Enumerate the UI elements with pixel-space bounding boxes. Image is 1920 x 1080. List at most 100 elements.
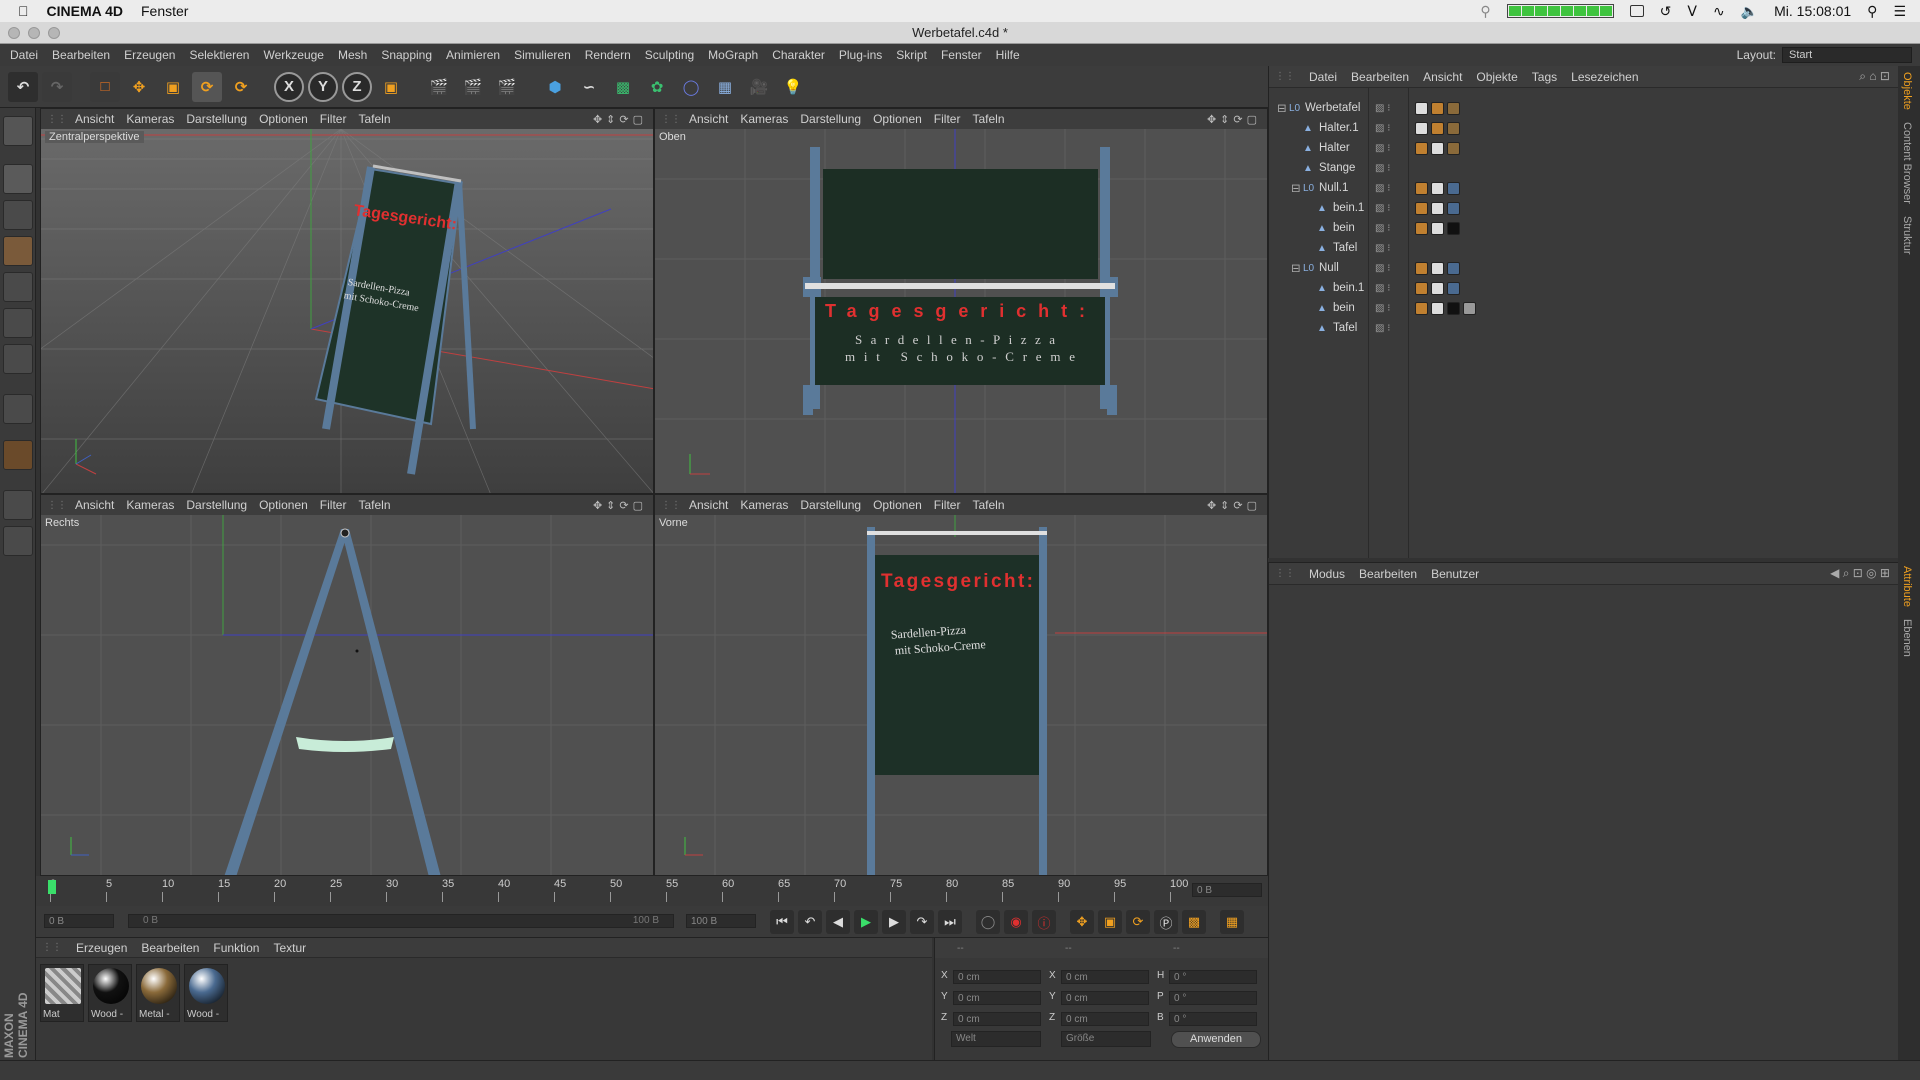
material-tag-icon[interactable]: [1431, 121, 1444, 135]
spline-pen-icon[interactable]: ∽: [574, 72, 604, 102]
object-name[interactable]: Tafel: [1333, 322, 1357, 334]
viewport-nav-icons[interactable]: ✥⇕⟳▢: [1207, 113, 1261, 126]
object-name[interactable]: bein: [1333, 222, 1355, 234]
end-frame-field[interactable]: 100 B: [686, 914, 756, 928]
layout-select[interactable]: Start: [1782, 47, 1912, 63]
visibility-toggle-icon[interactable]: ▨ ⁝: [1375, 183, 1390, 194]
battery-meter-icon[interactable]: [1506, 4, 1614, 18]
step-forward-button[interactable]: ▶: [882, 910, 906, 934]
object-name[interactable]: bein.1: [1333, 282, 1364, 294]
material-tag-icon[interactable]: [1431, 141, 1444, 155]
collapse-toggle-icon[interactable]: ⊟: [1291, 181, 1301, 195]
coordinate-value-field[interactable]: 0 cm: [1061, 991, 1149, 1005]
object-menu-lesezeichen[interactable]: Lesezeichen: [1571, 70, 1638, 84]
viewport-top[interactable]: ⋮⋮ Ansicht Kameras Darstellung Optionen Filte…: [654, 108, 1268, 494]
start-frame-field[interactable]: 0 B: [44, 914, 114, 928]
object-row[interactable]: ▲ Halter ▨ ⁝: [1269, 138, 1869, 158]
side-tab-content-browser[interactable]: Content Browser: [1901, 122, 1913, 204]
visibility-toggle-icon[interactable]: ▨ ⁝: [1375, 303, 1390, 314]
viewport-menu-optionen[interactable]: Optionen: [873, 112, 922, 126]
model-mode-icon[interactable]: [3, 164, 33, 194]
perspective-canvas[interactable]: Tagesgericht: Sardellen-Pizza mit Schoko…: [41, 128, 653, 493]
wifi-icon[interactable]: ∿: [1713, 3, 1725, 20]
menu-mesh[interactable]: Mesh: [338, 48, 367, 62]
timeline-ruler[interactable]: 0510152025303540455055606570758085909510…: [36, 876, 1268, 906]
material-menu-textur[interactable]: Textur: [273, 941, 306, 955]
subdivision-surface-icon[interactable]: ▩: [608, 72, 638, 102]
object-row[interactable]: ▲ bein.1 ▨ ⁝: [1269, 278, 1869, 298]
volume-icon[interactable]: 🔈: [1741, 3, 1758, 20]
viewport-menu-kameras[interactable]: Kameras: [740, 498, 788, 512]
object-row[interactable]: ▲ Tafel ▨ ⁝: [1269, 318, 1869, 338]
object-name[interactable]: Tafel: [1333, 242, 1357, 254]
object-row[interactable]: ▲ bein.1 ▨ ⁝: [1269, 198, 1869, 218]
side-tab-attribute[interactable]: Attribute: [1901, 566, 1913, 607]
viewport-menu-tafeln[interactable]: Tafeln: [972, 112, 1004, 126]
viewport-menu-kameras[interactable]: Kameras: [126, 498, 174, 512]
menu-simulieren[interactable]: Simulieren: [514, 48, 571, 62]
material-tag-icon[interactable]: [1415, 201, 1428, 215]
play-button[interactable]: ▶: [854, 910, 878, 934]
object-name[interactable]: Halter: [1319, 142, 1350, 154]
visibility-toggle-icon[interactable]: ▨ ⁝: [1375, 163, 1390, 174]
make-editable-icon[interactable]: [3, 116, 33, 146]
workplane-mode-icon[interactable]: [3, 236, 33, 266]
camera-icon[interactable]: 🎥: [744, 72, 774, 102]
viewport-perspective[interactable]: ⋮⋮ Ansicht Kameras Darstellung Optionen Filte…: [40, 108, 654, 494]
viewport-menu-ansicht[interactable]: Ansicht: [689, 112, 728, 126]
material-tag-icon[interactable]: [1431, 201, 1444, 215]
menu-mograph[interactable]: MoGraph: [708, 48, 758, 62]
texture-mode-icon[interactable]: [3, 200, 33, 230]
snapping-icon[interactable]: [3, 490, 33, 520]
material-swatch[interactable]: Wood -: [184, 964, 228, 1022]
top-canvas[interactable]: Tagesgericht: Sardellen-Pizza mit Schoko…: [655, 129, 1267, 493]
viewport-menu-filter[interactable]: Filter: [320, 498, 347, 512]
object-row[interactable]: ▲ Stange ▨ ⁝: [1269, 158, 1869, 178]
material-tag-icon[interactable]: [1447, 101, 1460, 115]
menu-bearbeiten[interactable]: Bearbeiten: [52, 48, 110, 62]
key-scale-icon[interactable]: ▣: [1098, 910, 1122, 934]
material-swatch[interactable]: Wood -: [88, 964, 132, 1022]
material-swatch[interactable]: Metal -: [136, 964, 180, 1022]
menu-erzeugen[interactable]: Erzeugen: [124, 48, 175, 62]
apple-icon[interactable]: : [18, 3, 29, 19]
viewport-menu-darstellung[interactable]: Darstellung: [800, 112, 861, 126]
material-tag-icon[interactable]: [1431, 221, 1444, 235]
material-tag-icon[interactable]: [1415, 301, 1428, 315]
tweak-mode-icon[interactable]: [3, 440, 33, 470]
polygons-mode-icon[interactable]: [3, 344, 33, 374]
collapse-toggle-icon[interactable]: ⊟: [1291, 261, 1301, 275]
axis-mode-icon[interactable]: [3, 394, 33, 424]
right-canvas[interactable]: [41, 515, 653, 875]
render-settings-icon[interactable]: 🎬: [492, 72, 522, 102]
key-rotation-icon[interactable]: ⟳: [1126, 910, 1150, 934]
material-tag-icon[interactable]: [1447, 261, 1460, 275]
visibility-toggle-icon[interactable]: ▨ ⁝: [1375, 143, 1390, 154]
edges-mode-icon[interactable]: [3, 308, 33, 338]
deformer-icon[interactable]: ◯: [676, 72, 706, 102]
viewport-menu-kameras[interactable]: Kameras: [126, 112, 174, 126]
front-canvas[interactable]: Tagesgericht: Sardellen-Pizza mit Schoko…: [655, 515, 1267, 875]
visibility-toggle-icon[interactable]: ▨ ⁝: [1375, 203, 1390, 214]
viewport-menu-ansicht[interactable]: Ansicht: [75, 112, 114, 126]
autokey-button[interactable]: ◉: [1004, 910, 1028, 934]
coordinate-value-field[interactable]: 0 cm: [1061, 1012, 1149, 1026]
object-name[interactable]: bein: [1333, 302, 1355, 314]
material-tag-icon[interactable]: [1447, 301, 1460, 315]
material-tag-icon[interactable]: [1447, 181, 1460, 195]
material-tag-icon[interactable]: [1447, 201, 1460, 215]
menu-charakter[interactable]: Charakter: [772, 48, 825, 62]
side-tab-objekte[interactable]: Objekte: [1901, 72, 1913, 110]
move-tool-icon[interactable]: ✥: [124, 72, 154, 102]
visibility-toggle-icon[interactable]: ▨ ⁝: [1375, 123, 1390, 134]
object-row[interactable]: ⊟ L0 Null.1 ▨ ⁝: [1269, 178, 1869, 198]
keyframe-selection-button[interactable]: ⓘ: [1032, 910, 1056, 934]
recent-tool-icon[interactable]: ⟳: [226, 72, 256, 102]
material-tag-icon[interactable]: [1431, 101, 1444, 115]
airplay-icon[interactable]: [1629, 5, 1644, 17]
material-swatch[interactable]: Mat: [40, 964, 84, 1022]
viewport-menu-filter[interactable]: Filter: [934, 498, 961, 512]
material-tag-icon[interactable]: [1447, 221, 1460, 235]
object-row[interactable]: ▲ bein ▨ ⁝: [1269, 298, 1869, 318]
viewport-right[interactable]: ⋮⋮ Ansicht Kameras Darstellung Optionen Filte…: [40, 494, 654, 876]
